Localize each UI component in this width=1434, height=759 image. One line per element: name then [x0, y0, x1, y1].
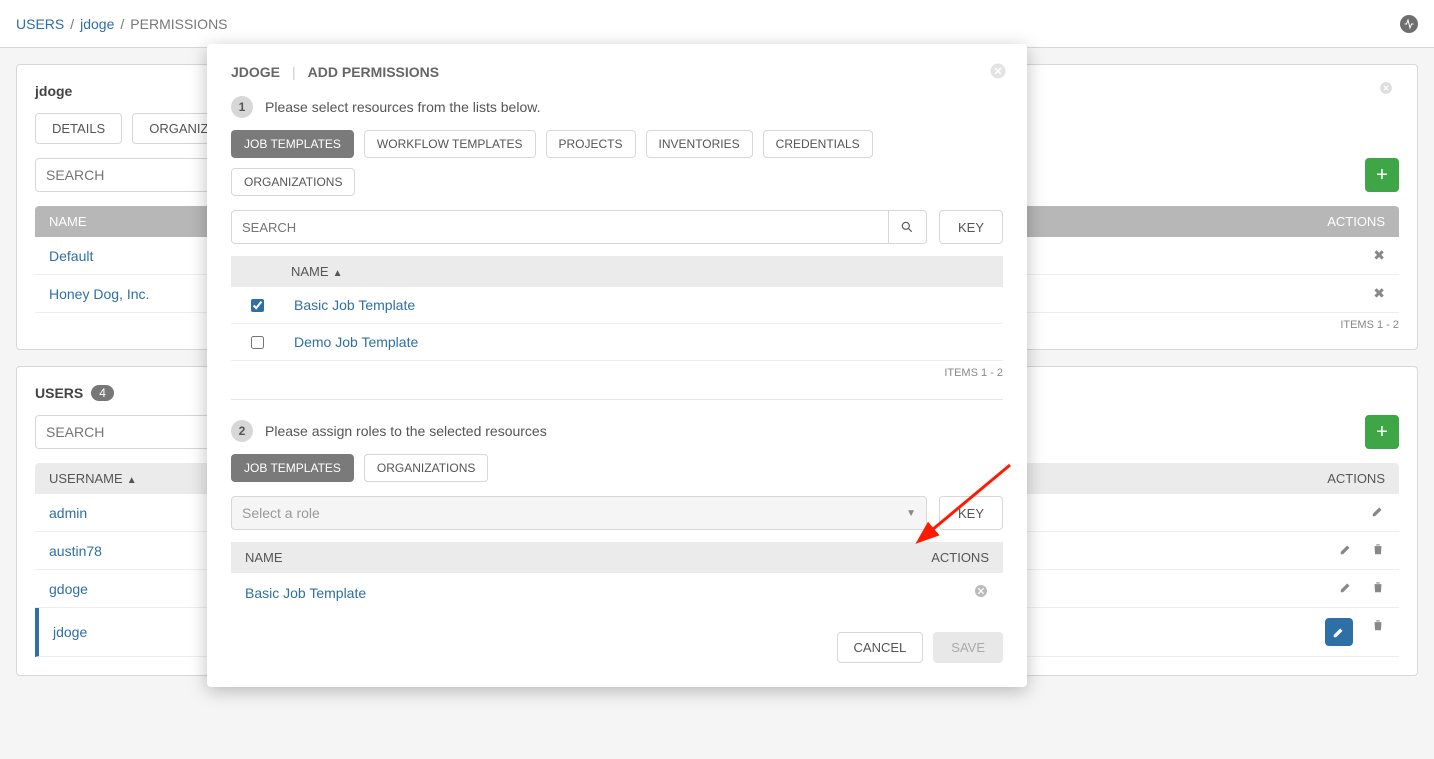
- tab-projects[interactable]: PROJECTS: [546, 130, 636, 158]
- role-select-dropdown[interactable]: Select a role ▼: [231, 496, 927, 530]
- delete-icon[interactable]: ✖: [1373, 247, 1385, 264]
- trash-icon[interactable]: [1371, 618, 1385, 646]
- add-button[interactable]: +: [1365, 158, 1399, 192]
- role-select-placeholder: Select a role: [242, 505, 320, 521]
- role-tab-job-templates[interactable]: JOB TEMPLATES: [231, 454, 354, 482]
- resource-row: Demo Job Template: [231, 324, 1003, 361]
- resource-link[interactable]: Demo Job Template: [294, 334, 418, 350]
- username-column-header[interactable]: USERNAME▲: [49, 471, 137, 486]
- modal-search-input[interactable]: [231, 210, 889, 244]
- step-2-badge: 2: [231, 420, 253, 442]
- tab-workflow-templates[interactable]: WORKFLOW TEMPLATES: [364, 130, 536, 158]
- tab-inventories[interactable]: INVENTORIES: [646, 130, 753, 158]
- step-2-text: Please assign roles to the selected reso…: [265, 423, 547, 439]
- actions-column-header: ACTIONS: [931, 550, 989, 565]
- resource-checkbox[interactable]: [251, 299, 264, 312]
- sort-asc-icon: ▲: [333, 268, 343, 279]
- edit-button-active[interactable]: [1325, 618, 1353, 646]
- resource-row: Basic Job Template: [231, 287, 1003, 324]
- assigned-row: Basic Job Template: [231, 573, 1003, 612]
- assigned-link[interactable]: Basic Job Template: [245, 585, 366, 601]
- trash-icon[interactable]: [1371, 580, 1385, 597]
- tab-details[interactable]: DETAILS: [35, 113, 122, 144]
- actions-column-header: ACTIONS: [1327, 214, 1385, 229]
- actions-column-header: ACTIONS: [1327, 471, 1385, 486]
- breadcrumb: USERS / jdoge / PERMISSIONS: [16, 16, 228, 32]
- key-button[interactable]: KEY: [939, 496, 1003, 530]
- users-count-badge: 4: [91, 385, 114, 401]
- items-count-text: ITEMS 1 - 2: [231, 367, 1003, 379]
- edit-icon[interactable]: [1339, 580, 1353, 597]
- delete-icon[interactable]: ✖: [1373, 285, 1385, 302]
- activity-stream-icon[interactable]: [1400, 15, 1418, 33]
- remove-icon[interactable]: [973, 583, 989, 602]
- sort-asc-icon: ▲: [127, 475, 137, 486]
- save-button: SAVE: [933, 632, 1003, 663]
- row-name-link[interactable]: Default: [49, 248, 93, 264]
- edit-icon[interactable]: [1339, 542, 1353, 559]
- modal-title: JDOGE | ADD PERMISSIONS: [231, 64, 1003, 80]
- resource-link[interactable]: Basic Job Template: [294, 297, 415, 313]
- tab-organizations[interactable]: ORGANIZATIONS: [231, 168, 355, 196]
- close-icon[interactable]: [1379, 81, 1399, 101]
- add-user-button[interactable]: +: [1365, 415, 1399, 449]
- close-icon[interactable]: [989, 62, 1007, 83]
- tab-credentials[interactable]: CREDENTIALS: [763, 130, 873, 158]
- name-column-header[interactable]: NAME▲: [291, 264, 342, 279]
- edit-icon[interactable]: [1371, 504, 1385, 521]
- step-1-text: Please select resources from the lists b…: [265, 99, 540, 115]
- trash-icon[interactable]: [1371, 542, 1385, 559]
- resource-type-tabs: JOB TEMPLATES WORKFLOW TEMPLATES PROJECT…: [231, 130, 1003, 196]
- resource-checkbox[interactable]: [251, 336, 264, 349]
- cancel-button[interactable]: CANCEL: [837, 632, 924, 663]
- step-1-badge: 1: [231, 96, 253, 118]
- breadcrumb-users[interactable]: USERS: [16, 16, 64, 32]
- page-header: USERS / jdoge / PERMISSIONS: [0, 0, 1434, 48]
- search-icon[interactable]: [889, 210, 927, 244]
- row-name-link[interactable]: Honey Dog, Inc.: [49, 286, 149, 302]
- users-title: USERS: [35, 385, 83, 401]
- assigned-table-header: NAME ACTIONS: [231, 542, 1003, 573]
- key-button[interactable]: KEY: [939, 210, 1003, 244]
- modal-table-header: NAME▲: [231, 256, 1003, 287]
- add-permissions-modal: JDOGE | ADD PERMISSIONS 1 Please select …: [207, 44, 1027, 687]
- breadcrumb-current: PERMISSIONS: [130, 16, 227, 32]
- chevron-down-icon: ▼: [906, 508, 916, 519]
- role-tab-organizations[interactable]: ORGANIZATIONS: [364, 454, 488, 482]
- breadcrumb-user[interactable]: jdoge: [80, 16, 114, 32]
- name-column-header: NAME: [245, 550, 283, 565]
- name-column-header[interactable]: NAME: [49, 214, 87, 229]
- role-scope-tabs: JOB TEMPLATES ORGANIZATIONS: [231, 454, 1003, 482]
- tab-job-templates[interactable]: JOB TEMPLATES: [231, 130, 354, 158]
